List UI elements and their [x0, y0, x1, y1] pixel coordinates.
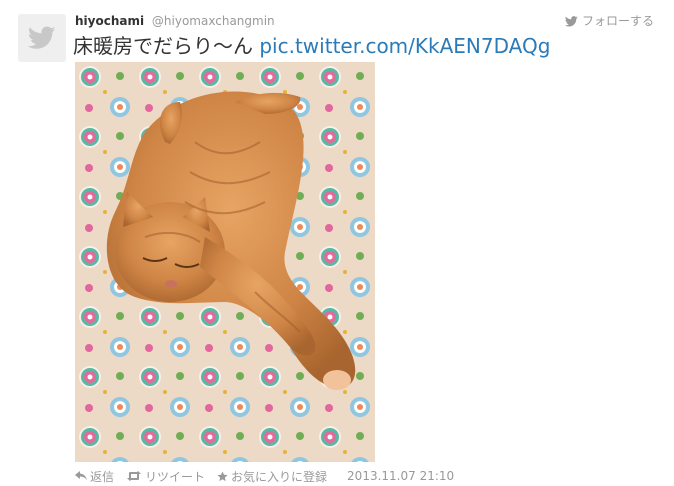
retweet-label: リツイート	[145, 469, 206, 484]
retweet-button[interactable]: リツイート	[126, 468, 205, 485]
tweet-header: hiyochami @hiyomaxchangmin フォローする	[75, 12, 654, 30]
tweet-photo-link[interactable]: pic.twitter.com/KkAEN7DAQg	[259, 34, 550, 58]
tweet-actions: 返信 リツイート お気に入りに登録 2013.11.07 21:10	[75, 468, 454, 484]
avatar[interactable]	[18, 14, 66, 62]
tweet-body: 床暖房でだらり〜ん	[73, 34, 260, 58]
twitter-bird-icon	[28, 26, 56, 49]
user-handle[interactable]: @hiyomaxchangmin	[152, 14, 275, 28]
tweet-photo[interactable]	[75, 62, 375, 462]
reply-label: 返信	[90, 469, 115, 484]
follow-button[interactable]: フォローする	[564, 12, 654, 30]
follow-label: フォローする	[581, 14, 654, 28]
tweet-text: 床暖房でだらり〜ん pic.twitter.com/KkAEN7DAQg	[73, 33, 550, 59]
favorite-button[interactable]: お気に入りに登録	[217, 468, 327, 485]
cat-photo-illustration	[75, 62, 375, 462]
tweet-timestamp[interactable]: 2013.11.07 21:10	[347, 469, 454, 483]
twitter-bird-icon	[564, 15, 578, 26]
display-name[interactable]: hiyochami	[75, 14, 144, 28]
star-icon	[217, 470, 228, 481]
reply-arrow-icon	[75, 471, 87, 480]
reply-button[interactable]: 返信	[75, 468, 114, 485]
retweet-icon	[127, 471, 142, 481]
favorite-label: お気に入りに登録	[231, 469, 328, 484]
